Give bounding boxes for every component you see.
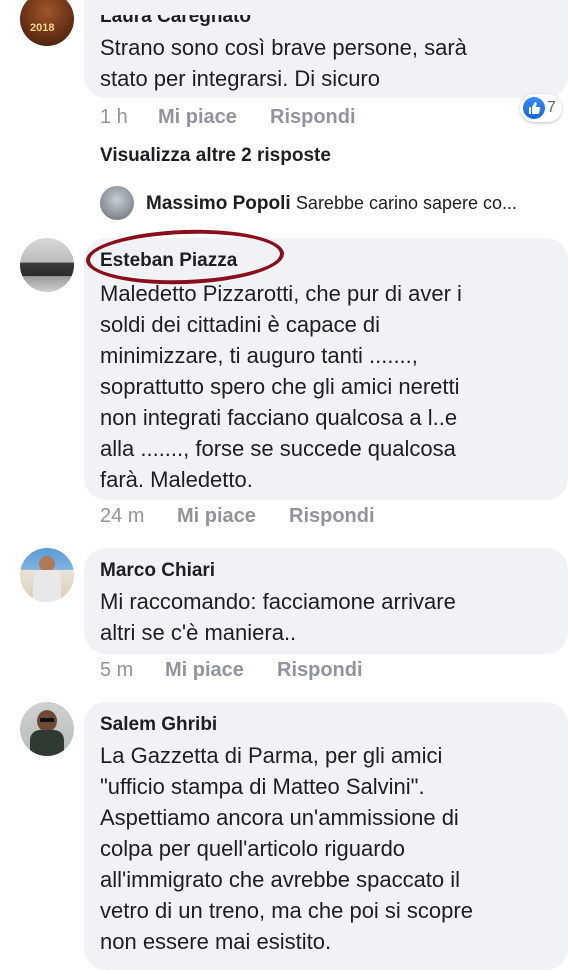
comment-text-line: non integrati facciano qualcosa a l..e bbox=[100, 405, 458, 430]
comment-text-line: "ufficio stampa di Matteo Salvini". bbox=[100, 774, 425, 799]
reply-button[interactable]: Rispondi bbox=[277, 659, 363, 682]
comment-text-line: colpa per quell'articolo riguardo bbox=[100, 836, 406, 861]
avatar-esteban-piazza[interactable] bbox=[20, 238, 74, 292]
view-more-replies-link[interactable]: Visualizza altre 2 risposte bbox=[100, 145, 331, 167]
comment-text-line: altri se c'è maniera.. bbox=[100, 620, 297, 645]
reply-button[interactable]: Rispondi bbox=[270, 106, 356, 129]
like-button[interactable]: Mi piace bbox=[177, 505, 256, 528]
comment-text-line: all'immigrato che avrebbe spaccato il bbox=[100, 867, 461, 892]
comment-bubble: Marco Chiari Mi raccomando: facciamone a… bbox=[84, 548, 568, 654]
reaction-count: 7 bbox=[547, 99, 556, 116]
comment-time[interactable]: 5 m bbox=[100, 659, 133, 682]
comment-text-line: Mi raccomando: facciamone arrivare bbox=[100, 589, 456, 614]
thumbs-up-icon bbox=[523, 97, 545, 119]
comment-text-line: minimizzare, ti auguro tanti ......., bbox=[100, 343, 418, 368]
reply-preview-author[interactable]: Massimo Popoli bbox=[146, 193, 291, 214]
reply-preview[interactable]: Massimo Popoli Sarebbe carino sapere co.… bbox=[146, 193, 517, 215]
avatar-laura-caregnato[interactable]: 2018 bbox=[20, 0, 74, 46]
comment-bubble: Salem Ghribi La Gazzetta di Parma, per g… bbox=[84, 702, 568, 970]
comment-text-line: stato per integrarsi. Di sicuro bbox=[100, 66, 380, 91]
comment-text-line: Aspettiamo ancora un'ammissione di bbox=[100, 805, 459, 830]
reply-button[interactable]: Rispondi bbox=[289, 505, 375, 528]
avatar-salem-ghribi[interactable] bbox=[20, 702, 74, 756]
comment-time[interactable]: 24 m bbox=[100, 505, 144, 528]
avatar-massimo-popoli[interactable] bbox=[100, 186, 134, 220]
comment-text-line: Strano sono così brave persone, sarà bbox=[100, 35, 467, 60]
comment-bubble: Laura Caregnato Strano sono così brave p… bbox=[84, 0, 568, 98]
comment-author[interactable]: Salem Ghribi bbox=[100, 714, 217, 736]
comment-text-line: alla ......., forse se succede qualcosa bbox=[100, 436, 456, 461]
comment-author[interactable]: Marco Chiari bbox=[100, 560, 215, 582]
comment-text-line: soprattutto spero che gli amici neretti bbox=[100, 374, 460, 399]
comment-time[interactable]: 1 h bbox=[100, 106, 128, 129]
like-button[interactable]: Mi piace bbox=[165, 659, 244, 682]
avatar-marco-chiari[interactable] bbox=[20, 548, 74, 602]
comment-text-line: soldi dei cittadini è capace di bbox=[100, 312, 381, 337]
comment-text-line: La Gazzetta di Parma, per gli amici bbox=[100, 743, 443, 768]
comment-author[interactable]: Laura Caregnato bbox=[100, 15, 251, 28]
like-button[interactable]: Mi piace bbox=[158, 106, 237, 129]
reply-preview-snippet: Sarebbe carino sapere co... bbox=[295, 193, 518, 213]
avatar-year-text: 2018 bbox=[30, 22, 55, 34]
comment-text-line: vetro di un treno, ma che poi si scopre bbox=[100, 898, 473, 923]
comment-text-line: farà. Maledetto. bbox=[100, 467, 253, 492]
reaction-count-badge[interactable]: 7 bbox=[520, 94, 562, 122]
comment-text-line: non essere mai esistito. bbox=[100, 929, 332, 954]
